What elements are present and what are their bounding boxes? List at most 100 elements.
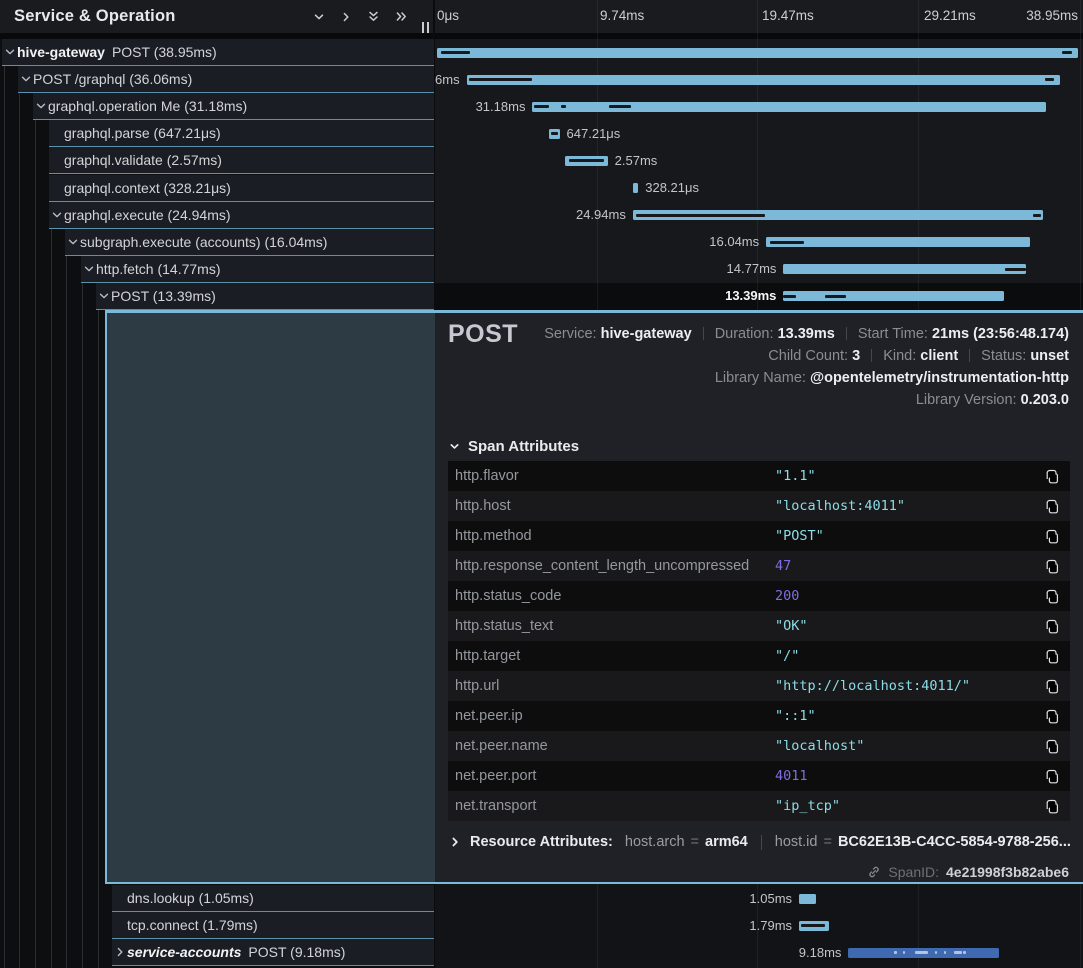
span-bar[interactable]	[799, 921, 828, 931]
attribute-key: http.status_code	[455, 588, 775, 604]
chevrons-down-icon[interactable]	[367, 10, 380, 23]
meta-label: Library Name:	[715, 370, 806, 386]
chevron-down-icon[interactable]	[96, 290, 111, 302]
attribute-key: net.peer.port	[455, 768, 775, 784]
attribute-value: "1.1"	[775, 468, 1045, 484]
panel-resize-handle[interactable]	[422, 22, 429, 33]
attribute-row: http.flavor"1.1"	[448, 461, 1070, 491]
copy-icon[interactable]	[1045, 559, 1060, 574]
attribute-row: net.peer.ip"::1"	[448, 701, 1070, 731]
attribute-value: "/"	[775, 648, 1045, 664]
attribute-value: 200	[775, 588, 1045, 604]
span-bar[interactable]	[532, 102, 1045, 112]
span-bar[interactable]	[565, 156, 607, 166]
chevron-down-icon[interactable]	[65, 236, 80, 248]
meta-separator	[846, 327, 847, 340]
chevron-right-icon	[449, 836, 461, 848]
copy-icon[interactable]	[1045, 469, 1060, 484]
tree-row[interactable]: graphql.parse (647.21μs)	[49, 120, 434, 147]
span-name-label: graphql.context (328.21μs)	[64, 180, 231, 196]
tree-row[interactable]: http.fetch (14.77ms)	[81, 256, 434, 283]
tree-row[interactable]: tcp.connect (1.79ms)	[112, 912, 434, 939]
copy-icon[interactable]	[1045, 499, 1060, 514]
meta-separator	[703, 327, 704, 340]
span-name-label: graphql.operation Me (31.18ms)	[48, 98, 247, 114]
attribute-key: http.method	[455, 528, 775, 544]
service-operation-title: Service & Operation	[14, 7, 298, 26]
span-bar[interactable]	[437, 48, 1078, 58]
span-id-value: 4e21998f3b82abe6	[946, 864, 1069, 880]
copy-icon[interactable]	[1045, 709, 1060, 724]
chevron-down-icon[interactable]	[313, 11, 325, 23]
meta-label: Start Time:	[858, 326, 928, 342]
chevron-down-icon[interactable]	[18, 73, 33, 85]
attribute-row: net.peer.port4011	[448, 761, 1070, 791]
chevron-right-icon[interactable]	[340, 11, 352, 23]
copy-icon[interactable]	[1045, 769, 1060, 784]
tree-row[interactable]: graphql.validate (2.57ms)	[49, 147, 434, 174]
span-child-mark	[935, 951, 937, 954]
chevrons-right-icon[interactable]	[395, 10, 408, 23]
span-bar[interactable]	[848, 948, 999, 958]
chevron-right-icon[interactable]	[112, 946, 127, 958]
attribute-value: "localhost:4011"	[775, 498, 1045, 514]
copy-icon[interactable]	[1045, 799, 1060, 814]
chevron-down-icon[interactable]	[2, 46, 17, 58]
attribute-row: http.status_code200	[448, 581, 1070, 611]
span-bar[interactable]	[783, 291, 1003, 301]
link-icon[interactable]	[867, 865, 881, 879]
attribute-key: http.flavor	[455, 468, 775, 484]
span-name-label: POST (9.18ms)	[248, 944, 345, 960]
trace-viewer: Service & Operation 0μs9.74ms19.47ms29.2…	[0, 0, 1083, 968]
span-attributes-header[interactable]: Span Attributes	[449, 438, 579, 455]
tree-row[interactable]: hive-gatewayPOST (38.95ms)	[2, 39, 434, 66]
copy-icon[interactable]	[1045, 529, 1060, 544]
tree-row[interactable]: dns.lookup (1.05ms)	[112, 885, 434, 912]
span-child-mark	[636, 214, 765, 217]
tree-row[interactable]: service-accountsPOST (9.18ms)	[112, 939, 434, 966]
chevron-down-icon[interactable]	[33, 100, 48, 112]
copy-icon[interactable]	[1045, 679, 1060, 694]
attribute-row: http.status_text"OK"	[448, 611, 1070, 641]
tree-row[interactable]: subgraph.execute (accounts) (16.04ms)	[65, 229, 434, 256]
span-bar[interactable]	[549, 129, 560, 139]
meta-label: Duration:	[715, 326, 774, 342]
tree-row[interactable]: graphql.context (328.21μs)	[49, 175, 434, 202]
span-bar[interactable]	[633, 210, 1043, 220]
indent-guide	[82, 283, 83, 968]
copy-icon[interactable]	[1045, 619, 1060, 634]
indent-guide	[98, 310, 99, 968]
chevron-down-icon[interactable]	[49, 209, 64, 221]
chevron-down-icon[interactable]	[81, 263, 96, 275]
tree-row[interactable]: graphql.operation Me (31.18ms)	[33, 93, 434, 120]
meta-label: Kind:	[883, 348, 916, 364]
span-child-mark	[1062, 51, 1072, 54]
resource-value: BC62E13B-C4CC-5854-9788-256...	[838, 834, 1071, 850]
tree-row[interactable]: graphql.execute (24.94ms)	[49, 202, 434, 229]
span-child-mark	[1033, 214, 1041, 217]
span-name-label: POST /graphql (36.06ms)	[33, 71, 192, 87]
meta-label: Child Count:	[768, 348, 848, 364]
span-child-mark	[469, 78, 532, 81]
resource-attributes-row[interactable]: Resource Attributes:host.arch=arm64host.…	[449, 834, 1071, 850]
span-duration-label: 1.79ms	[749, 919, 792, 933]
attribute-key: net.transport	[455, 798, 775, 814]
span-bar[interactable]	[766, 237, 1030, 247]
selected-span-expansion	[105, 313, 435, 882]
meta-label: Status:	[981, 348, 1026, 364]
span-child-mark	[783, 295, 795, 298]
span-bar[interactable]	[633, 183, 638, 193]
tree-row[interactable]: POST /graphql (36.06ms)	[18, 66, 434, 93]
copy-icon[interactable]	[1045, 739, 1060, 754]
span-bar[interactable]	[467, 75, 1060, 85]
copy-icon[interactable]	[1045, 589, 1060, 604]
span-name-label: tcp.connect (1.79ms)	[127, 917, 258, 933]
span-bar[interactable]	[799, 894, 816, 904]
tree-row[interactable]: POST (13.39ms)	[96, 283, 434, 310]
span-name-label: graphql.execute (24.94ms)	[64, 207, 231, 223]
indent-guide	[66, 256, 67, 968]
copy-icon[interactable]	[1045, 649, 1060, 664]
span-bar[interactable]	[783, 264, 1026, 274]
indent-guide	[51, 229, 52, 968]
span-duration-label: 1.05ms	[749, 892, 792, 906]
